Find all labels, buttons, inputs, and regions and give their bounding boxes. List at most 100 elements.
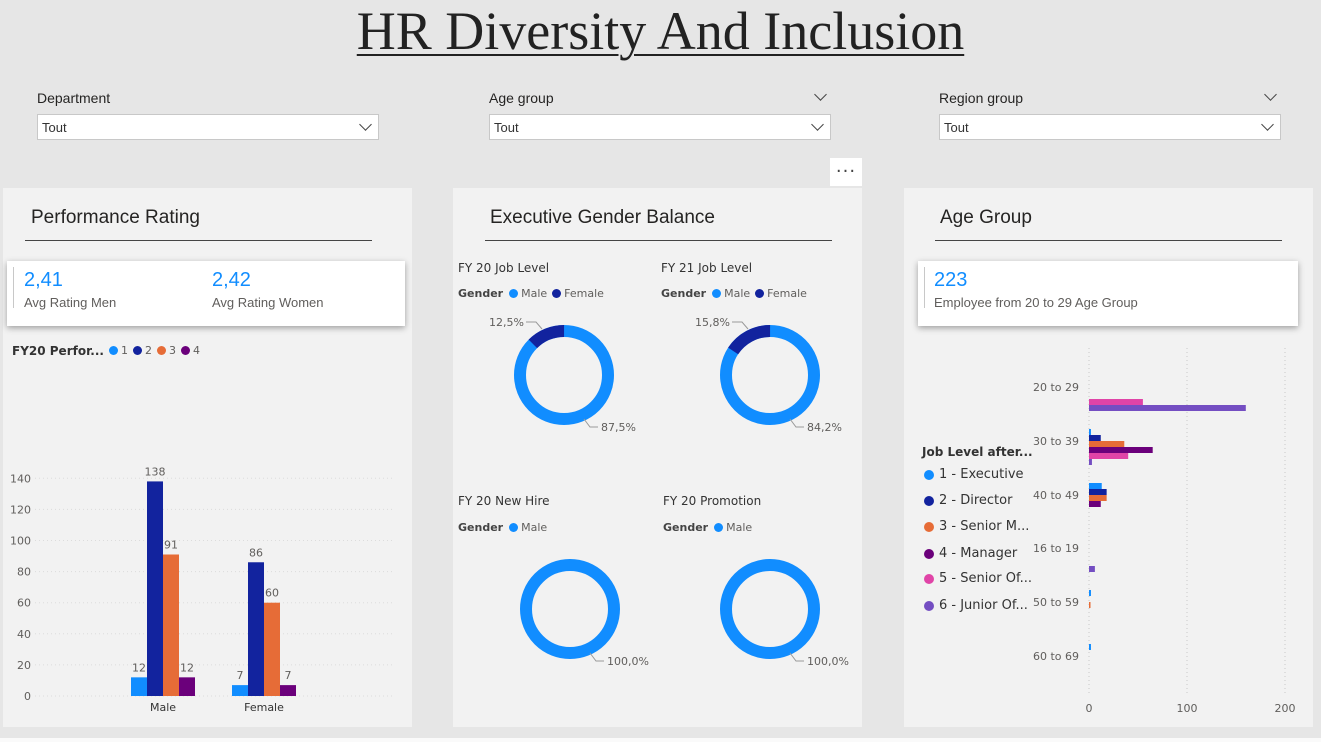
performance-bar-chart: 0 20 40 60 80 100 120 140 12 138 91 12 Male 7 86 60 7 Fem… <box>10 465 395 714</box>
performance-panel: Performance Rating 2,41 Avg Rating Men 2… <box>3 188 412 727</box>
bar <box>1089 495 1107 501</box>
bar <box>147 481 163 696</box>
donut-label-female: 15,8% <box>695 316 730 329</box>
bar <box>163 554 179 696</box>
legend-item[interactable]: 4 <box>181 344 200 357</box>
y-tick-label: 80 <box>17 566 31 579</box>
bar <box>1089 590 1091 596</box>
department-dropdown[interactable]: Tout <box>37 114 379 140</box>
department-value: Tout <box>42 120 67 135</box>
donut-slice-male <box>520 559 620 659</box>
performance-title-underline <box>25 240 372 241</box>
department-slicer: Department Tout <box>37 90 379 142</box>
bar <box>179 677 195 696</box>
y-tick-label: 50 to 59 <box>1033 596 1079 609</box>
legend-label: 2 <box>145 344 152 357</box>
data-label: 91 <box>164 538 178 551</box>
bar <box>1089 441 1125 447</box>
bar <box>1089 447 1153 453</box>
legend-dot <box>157 346 166 355</box>
data-label: 7 <box>237 669 244 682</box>
y-tick-label: 20 to 29 <box>1033 381 1079 394</box>
leader-line <box>589 652 604 662</box>
chevron-down-icon <box>811 118 824 131</box>
donut-label-male: 100,0% <box>607 655 649 668</box>
donut-label-female: 12,5% <box>489 316 524 329</box>
legend-item[interactable]: 2 <box>133 344 152 357</box>
bar <box>264 602 280 696</box>
y-tick-label: 140 <box>10 472 31 485</box>
donut-slice-male <box>720 559 820 659</box>
data-label: 12 <box>180 661 194 674</box>
bar <box>1089 399 1143 405</box>
leader-line <box>732 321 749 330</box>
x-tick-label: 0 <box>1086 702 1093 715</box>
y-tick-label: 40 to 49 <box>1033 489 1079 502</box>
age-group-dropdown[interactable]: Tout <box>489 114 831 140</box>
y-tick-label: 100 <box>10 535 31 548</box>
bar <box>1089 435 1101 441</box>
bar <box>232 685 248 696</box>
y-tick-label: 60 to 69 <box>1033 650 1079 663</box>
y-tick-label: 0 <box>24 690 31 703</box>
region-group-slicer: Region group Tout <box>939 88 1281 142</box>
rating-kpi-card: 2,41 Avg Rating Men 2,42 Avg Rating Wome… <box>7 261 405 326</box>
x-tick-label: Male <box>150 701 176 714</box>
x-tick-label: 200 <box>1275 702 1296 715</box>
bar <box>1089 483 1102 489</box>
bar <box>1089 405 1246 411</box>
avg-rating-women-label: Avg Rating Women <box>212 295 324 310</box>
y-tick-label: 30 to 39 <box>1033 435 1079 448</box>
age-group-value: Tout <box>494 120 519 135</box>
bar <box>1089 453 1129 459</box>
bar <box>131 677 147 696</box>
perf-legend: 1 2 3 4 <box>109 344 205 357</box>
data-label: 86 <box>249 546 263 559</box>
chevron-down-icon <box>1261 118 1274 131</box>
donut-label-male: 87,5% <box>601 421 636 434</box>
performance-title: Performance Rating <box>31 207 200 228</box>
y-tick-label: 60 <box>17 597 31 610</box>
bar <box>1089 429 1091 435</box>
bar <box>1089 602 1091 608</box>
bar <box>1089 489 1107 495</box>
legend-dot <box>109 346 118 355</box>
leader-line <box>789 652 804 662</box>
data-label: 12 <box>132 661 146 674</box>
bar <box>1089 566 1095 572</box>
gender-donut-charts: 12,5% 87,5% 15,8% 84,2% 100,0% 100,0% <box>489 316 849 668</box>
legend-item[interactable]: 3 <box>157 344 176 357</box>
more-options-button[interactable]: ··· <box>830 158 862 186</box>
x-tick-label: 100 <box>1177 702 1198 715</box>
bar <box>248 562 264 696</box>
legend-label: 3 <box>169 344 176 357</box>
bar <box>1089 459 1092 465</box>
legend-label: 1 <box>121 344 128 357</box>
data-label: 7 <box>285 669 292 682</box>
data-label: 60 <box>265 587 279 600</box>
region-group-label: Region group <box>939 90 1024 106</box>
age-group-label: Age group <box>489 90 554 106</box>
donut-label-male: 100,0% <box>807 655 849 668</box>
page-tabs-strip <box>0 738 1321 742</box>
age-group-slicer: Age group Tout <box>489 88 831 142</box>
bar <box>280 685 296 696</box>
page-title: HR Diversity And Inclusion <box>356 1 965 61</box>
avg-rating-women-value: 2,42 <box>212 269 251 291</box>
region-group-dropdown[interactable]: Tout <box>939 114 1281 140</box>
y-tick-label: 120 <box>10 503 31 516</box>
gender-balance-panel: Executive Gender Balance FY 20 Job Level… <box>453 188 862 727</box>
legend-label: 4 <box>193 344 200 357</box>
x-tick-label: Female <box>244 701 284 714</box>
legend-item[interactable]: 1 <box>109 344 128 357</box>
data-label: 138 <box>145 465 166 478</box>
leader-line <box>526 321 543 330</box>
legend-dot <box>181 346 190 355</box>
legend-dot <box>133 346 142 355</box>
avg-rating-men-label: Avg Rating Men <box>24 295 117 310</box>
region-group-value: Tout <box>944 120 969 135</box>
y-tick-label: 16 to 19 <box>1033 542 1079 555</box>
card-accent <box>13 267 14 308</box>
age-group-bar-chart: 0 100 200 20 to 29 30 to 39 40 to 49 16 to 19 5… <box>1033 348 1296 715</box>
age-group-panel: Age Group 223 Employee from 20 to 29 Age… <box>904 188 1313 727</box>
